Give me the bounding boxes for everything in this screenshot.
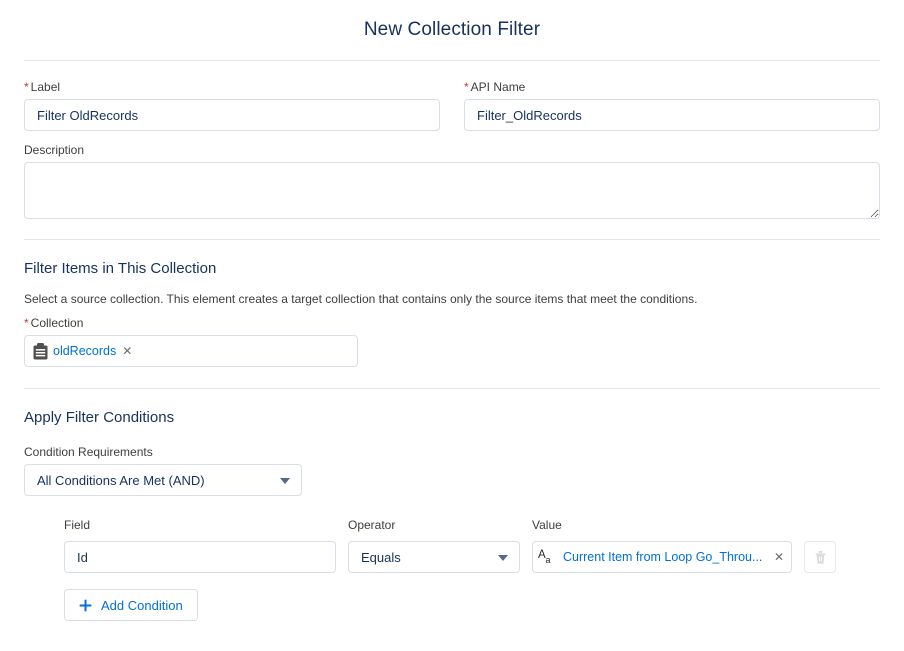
description-field-label: Description [24, 143, 880, 158]
condition-operator-value: Equals [361, 550, 401, 565]
condition-requirements-label: Condition Requirements [24, 445, 880, 460]
column-header-value: Value [532, 518, 792, 533]
chevron-down-icon [498, 555, 508, 561]
filter-items-heading: Filter Items in This Collection [24, 259, 880, 279]
filter-items-section: Filter Items in This Collection Select a… [0, 240, 904, 367]
condition-value-combobox[interactable]: A a Current Item from Loop Go_Throu... ✕ [532, 541, 792, 573]
api-name-field-label: *API Name [464, 80, 880, 95]
text-type-icon: A a [538, 548, 557, 566]
plus-icon [79, 599, 92, 612]
collection-pill-remove-icon[interactable]: ✕ [121, 345, 133, 357]
condition-operator-select[interactable]: Equals [348, 541, 520, 573]
required-asterisk: * [24, 80, 29, 94]
svg-text:a: a [546, 555, 551, 565]
description-textarea[interactable] [24, 162, 880, 219]
label-input[interactable] [24, 99, 440, 131]
collection-combobox[interactable]: oldRecords ✕ [24, 335, 358, 367]
apply-conditions-section: Apply Filter Conditions Condition Requir… [0, 389, 904, 621]
condition-delete-cell [804, 541, 836, 573]
label-field-group: *Label [24, 80, 440, 131]
condition-operator-cell: Equals [348, 541, 520, 573]
condition-value-remove-icon[interactable]: ✕ [773, 551, 785, 563]
label-field-label: *Label [24, 80, 440, 95]
chevron-down-icon [280, 478, 290, 484]
condition-row: Equals A a Current Item from Loop Go_Thr… [64, 541, 880, 573]
add-condition-button[interactable]: Add Condition [64, 589, 198, 621]
filter-items-helper-text: Select a source collection. This element… [24, 291, 880, 307]
collection-pill-label: oldRecords [53, 344, 116, 358]
required-asterisk: * [464, 80, 469, 94]
label-field-label-text: Label [31, 80, 60, 94]
required-asterisk: * [24, 316, 29, 330]
name-fields-row: *Label *API Name [24, 61, 880, 131]
condition-field-input[interactable] [64, 541, 336, 573]
collection-pill[interactable]: oldRecords ✕ [29, 339, 137, 363]
condition-value-text: Current Item from Loop Go_Throu... [563, 550, 767, 564]
collection-field-label-text: Collection [31, 316, 84, 330]
condition-field-cell [64, 541, 336, 573]
api-name-input[interactable] [464, 99, 880, 131]
collection-field-label: *Collection [24, 316, 880, 331]
description-field-group: Description [24, 131, 880, 219]
add-condition-label: Add Condition [101, 598, 183, 613]
condition-value-cell: A a Current Item from Loop Go_Throu... ✕ [532, 541, 792, 573]
conditions-table: Field Operator Value Equals [24, 496, 880, 621]
api-name-field-label-text: API Name [471, 80, 526, 94]
delete-condition-button[interactable] [804, 541, 836, 573]
page-title: New Collection Filter [0, 0, 904, 41]
column-header-operator: Operator [348, 518, 520, 533]
condition-requirements-group: Condition Requirements All Conditions Ar… [24, 445, 880, 496]
api-name-field-group: *API Name [464, 80, 880, 131]
condition-requirements-value: All Conditions Are Met (AND) [37, 473, 205, 488]
apply-conditions-heading: Apply Filter Conditions [24, 408, 880, 428]
collection-field-group: *Collection oldRecords ✕ [24, 316, 880, 367]
trash-icon [814, 550, 827, 564]
new-collection-filter-modal: New Collection Filter *Label *API Name D… [0, 0, 904, 651]
record-collection-icon [33, 343, 48, 360]
column-header-field: Field [64, 518, 336, 533]
condition-requirements-select[interactable]: All Conditions Are Met (AND) [24, 464, 302, 496]
conditions-header-row: Field Operator Value [64, 518, 880, 537]
